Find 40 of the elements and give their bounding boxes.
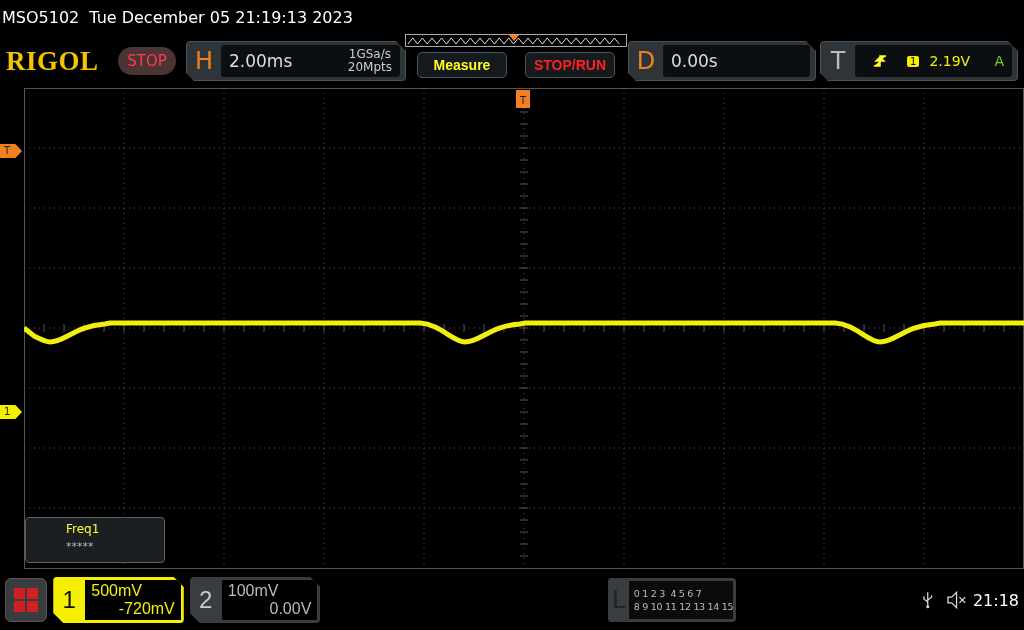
timebase-value: 2.00ms: [229, 51, 293, 71]
delay-panel[interactable]: D 0.00s: [628, 41, 816, 81]
usb-icon: [922, 591, 934, 609]
delay-value: 0.00s: [671, 51, 718, 71]
memory-depth: 20Mpts: [347, 61, 392, 74]
channel-scale: 100mV: [226, 582, 280, 600]
run-status: STOP: [118, 47, 176, 75]
delay-label: D: [635, 47, 657, 75]
muted-speaker-icon: [945, 591, 967, 609]
trigger-level-marker[interactable]: T: [0, 144, 22, 158]
model-name: MSO5102: [2, 7, 80, 27]
time-marker[interactable]: T: [516, 90, 530, 108]
trigger-level: 2.19V: [929, 53, 971, 69]
channel-marker[interactable]: 1: [0, 405, 22, 419]
stop-run-button[interactable]: STOP/RUN: [525, 52, 615, 78]
horizontal-panel[interactable]: H 2.00ms 1GSa/s 20Mpts: [186, 41, 406, 81]
logic-channels: 0 1 2 3 4 5 6 7: [633, 588, 703, 599]
channel-scale: 500mV: [90, 582, 143, 600]
grid-menu-icon: [13, 587, 40, 613]
channel-button[interactable]: 1 500mV -720mV: [53, 577, 184, 623]
rising-edge-icon: [873, 54, 887, 68]
channel-number: 1: [61, 586, 77, 614]
clock: 21:18: [972, 590, 1019, 610]
measure-button[interactable]: Measure: [417, 52, 507, 78]
logic-channels: 8 9 10 11 12 13 14 15: [633, 601, 734, 612]
channel-offset: -720mV: [117, 600, 175, 618]
measurement-value: *****: [66, 540, 95, 553]
channel-number: 2: [198, 586, 214, 614]
menu-button[interactable]: [5, 578, 48, 622]
brand-logo: RIGOL: [6, 45, 100, 77]
trigger-mode: A: [994, 53, 1004, 69]
sample-rate: 1GSa/s: [348, 48, 391, 61]
trigger-label: T: [829, 47, 847, 75]
trigger-panel[interactable]: T 1 2.19V A: [820, 41, 1018, 81]
horizontal-label: H: [193, 47, 214, 75]
measurement-name: Freq1: [66, 522, 101, 536]
channel-button[interactable]: 2 100mV 0.00V: [189, 577, 321, 623]
channel-offset: 0.00V: [268, 600, 312, 618]
trigger-source: 1: [907, 55, 920, 67]
date-time: Tue December 05 21:19:13 2023: [89, 7, 353, 27]
